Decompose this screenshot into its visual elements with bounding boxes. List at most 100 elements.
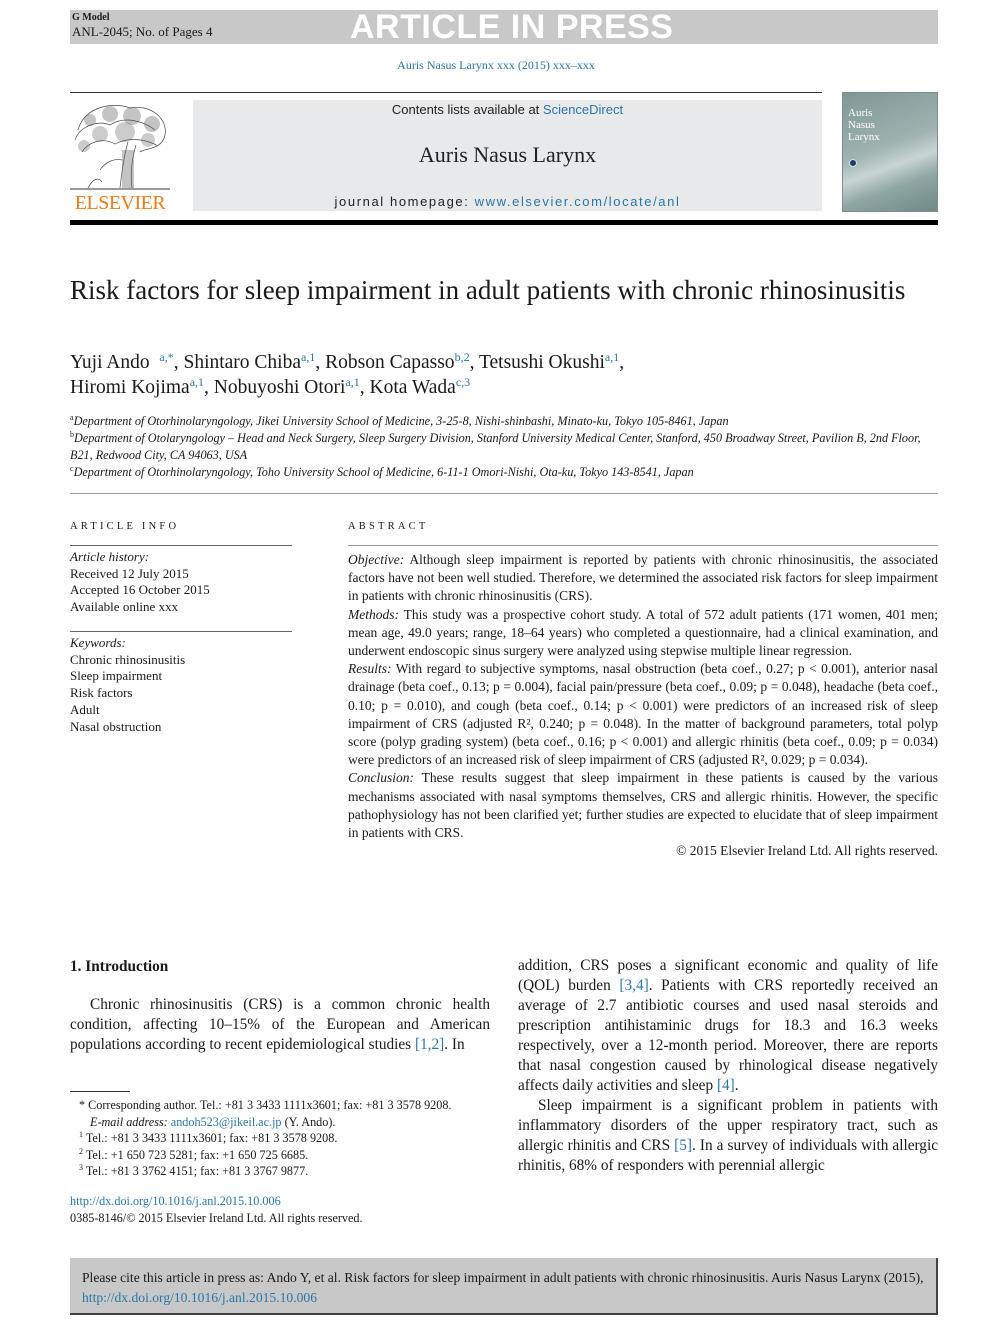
contents-line: Contents lists available at ScienceDirec… <box>193 102 822 117</box>
email-link[interactable]: andoh523@jikeil.ac.jp <box>171 1115 282 1129</box>
keywords: Keywords: Chronic rhinosinusitis Sleep i… <box>70 635 300 735</box>
author-name[interactable]: Hiromi Kojima <box>70 377 190 398</box>
author-affiliation-marks[interactable]: b,2 <box>455 350 470 364</box>
accepted-date: Accepted 16 October 2015 <box>70 582 210 598</box>
author[interactable]: Hiromi Kojimaa,1, <box>70 375 214 398</box>
author[interactable]: Kota Wadac,3 <box>369 375 470 398</box>
section-heading-introduction: 1. Introduction <box>70 958 169 975</box>
author-separator: , <box>173 352 184 373</box>
author[interactable]: Yuji Ando a,*, <box>70 350 184 373</box>
citation-text: Please cite this article in press as: An… <box>82 1270 924 1285</box>
footnote: 1 Tel.: +81 3 3433 1111x3601; fax: +81 3… <box>70 1130 500 1147</box>
journal-homepage-link[interactable]: www.elsevier.com/locate/anl <box>475 194 681 209</box>
author-list: Yuji Ando a,*, Shintaro Chibaa,1, Robson… <box>70 350 930 400</box>
journal-cover-image[interactable]: Auris Nasus Larynx <box>842 92 938 212</box>
body-paragraph: addition, CRS poses a significant econom… <box>518 956 938 1096</box>
journal-reference-link[interactable]: Auris Nasus Larynx xxx (2015) xxx–xxx <box>0 58 992 73</box>
citation-doi-link[interactable]: http://dx.doi.org/10.1016/j.anl.2015.10.… <box>82 1290 317 1305</box>
author-name[interactable]: Robson Capasso <box>325 352 454 373</box>
article-info-heading: ARTICLE INFO <box>70 521 180 532</box>
footnote-corresponding: * Corresponding author. Tel.: +81 3 3433… <box>70 1097 500 1114</box>
footnotes: * Corresponding author. Tel.: +81 3 3433… <box>70 1097 500 1180</box>
affiliation-text: Department of Otolaryngology – Head and … <box>70 431 921 462</box>
footnote-rule <box>70 1091 130 1092</box>
reference-link[interactable]: [4] <box>717 1077 735 1094</box>
cover-badge-icon <box>849 159 857 167</box>
footnote-text: (Y. Ando). <box>281 1114 336 1129</box>
footnote-text: Corresponding author. Tel.: +81 3 3433 1… <box>85 1098 452 1112</box>
sciencedirect-link[interactable]: ScienceDirect <box>543 102 623 117</box>
doi-block: http://dx.doi.org/10.1016/j.anl.2015.10.… <box>70 1193 500 1227</box>
abstract-results: Results: With regard to subjective sympt… <box>348 660 938 769</box>
affiliation-text: Department of Otorhinolaryngology, Toho … <box>73 465 694 479</box>
body-column-right: addition, CRS poses a significant econom… <box>518 956 938 1176</box>
section-divider <box>70 493 938 494</box>
author-affiliation-marks[interactable]: a,1 <box>605 350 619 364</box>
abstract-conclusion: Conclusion: These results suggest that s… <box>348 769 938 842</box>
article-title: Risk factors for sleep impairment in adu… <box>70 275 906 305</box>
author-affiliation-marks[interactable]: a,1 <box>345 375 359 389</box>
journal-masthead: Contents lists available at ScienceDirec… <box>193 100 822 211</box>
contents-prefix: Contents lists available at <box>391 102 543 117</box>
abstract: Objective: Although sleep impairment is … <box>348 551 938 860</box>
author-separator: , <box>204 377 214 398</box>
affiliation: aDepartment of Otorhinolaryngology, Jike… <box>70 413 930 430</box>
author-affiliation-marks[interactable]: c,3 <box>456 375 470 389</box>
keywords-rule <box>70 631 292 632</box>
manuscript-id: ANL-2045; No. of Pages 4 <box>72 24 213 39</box>
reference-link[interactable]: [5] <box>674 1137 692 1154</box>
results-text: With regard to subjective symptoms, nasa… <box>348 661 938 768</box>
footnote-text: Tel.: +81 3 3433 1111x3601; fax: +81 3 3… <box>83 1131 338 1145</box>
author[interactable]: Shintaro Chibaa,1, <box>183 350 326 373</box>
author-affiliation-marks[interactable]: a,1 <box>301 350 315 364</box>
reference-link[interactable]: [1,2] <box>415 1036 444 1053</box>
author[interactable]: Robson Capassob,2, <box>325 350 479 373</box>
conclusion-text: These results suggest that sleep impairm… <box>348 770 938 841</box>
keyword: Nasal obstruction <box>70 718 162 734</box>
keyword: Chronic rhinosinusitis <box>70 651 186 667</box>
cover-title-line: Larynx <box>848 131 880 143</box>
affiliation: bDepartment of Otolaryngology – Head and… <box>70 430 930 464</box>
article-info-rule <box>70 545 292 546</box>
body-column-left: 1. Introduction Chronic rhinosinusitis (… <box>70 956 490 1055</box>
author-separator: , <box>315 352 326 373</box>
keywords-label: Keywords: <box>70 635 126 650</box>
author-name[interactable]: Nobuyoshi Otori <box>214 377 346 398</box>
abstract-copyright: © 2015 Elsevier Ireland Ltd. All rights … <box>676 843 938 859</box>
paragraph-text: . In <box>444 1036 465 1053</box>
author-separator: , <box>619 352 625 373</box>
conclusion-label: Conclusion: <box>348 770 414 786</box>
keyword: Sleep impairment <box>70 668 163 684</box>
homepage-line: journal homepage: www.elsevier.com/locat… <box>193 194 822 209</box>
author-affiliation-marks[interactable]: a,1 <box>190 375 204 389</box>
publisher-name: ELSEVIER <box>74 192 166 214</box>
author-separator: , <box>469 352 479 373</box>
author-name[interactable]: Tetsushi Okushi <box>479 352 605 373</box>
author[interactable]: Tetsushi Okushia,1, <box>479 350 625 373</box>
footnote-text: Tel.: +1 650 723 5281; fax: +1 650 725 6… <box>83 1147 309 1162</box>
author-affiliation-marks[interactable]: a,* <box>159 350 173 364</box>
received-date: Received 12 July 2015 <box>70 565 189 581</box>
author-name[interactable]: Yuji Ando <box>70 352 150 373</box>
elsevier-logo[interactable]: ELSEVIER <box>70 100 170 214</box>
body-paragraph: Sleep impairment is a significant proble… <box>518 1096 938 1176</box>
elsevier-tree-icon <box>70 100 170 192</box>
author-name[interactable]: Shintaro Chiba <box>183 352 301 373</box>
g-model-label: G Model <box>72 12 110 23</box>
article-status: ARTICLE IN PRESS <box>350 8 674 46</box>
author[interactable]: Nobuyoshi Otoria,1, <box>214 375 370 398</box>
reference-link[interactable]: [3,4] <box>619 977 648 994</box>
abstract-heading: ABSTRACT <box>348 521 429 532</box>
journal-name: Auris Nasus Larynx <box>418 142 597 167</box>
results-label: Results: <box>348 661 392 677</box>
keyword: Adult <box>70 701 100 717</box>
abstract-methods: Methods: This study was a prospective co… <box>348 606 938 661</box>
masthead-bottom-rule <box>70 220 938 225</box>
methods-label: Methods: <box>348 606 399 622</box>
author-name[interactable]: Kota Wada <box>369 377 455 398</box>
doi-link[interactable]: http://dx.doi.org/10.1016/j.anl.2015.10.… <box>70 1194 281 1208</box>
article-history: Article history: Received 12 July 2015 A… <box>70 549 300 616</box>
article-in-press-banner: G Model ANL-2045; No. of Pages 4 ARTICLE… <box>70 10 938 44</box>
footnote: 2 Tel.: +1 650 723 5281; fax: +1 650 725… <box>70 1147 500 1164</box>
affiliation-text: Department of Otorhinolaryngology, Jikei… <box>73 414 729 428</box>
